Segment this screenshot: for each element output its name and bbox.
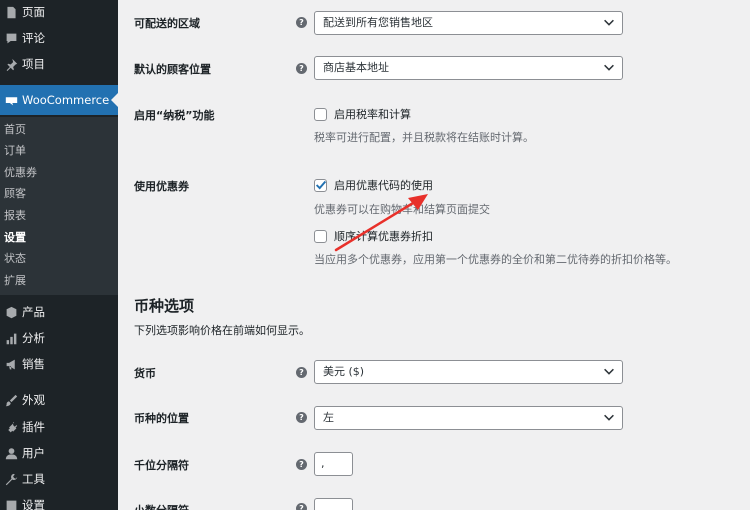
admin-sidebar: 页面 评论 项目 WooCommerce 首页 订单 优惠券 顾客 报表 设置 … [0,0,118,510]
ship-region-label: 可配送的区域 [134,17,200,30]
brush-icon [0,394,22,407]
default-location-label: 默认的顾客位置 [134,63,211,76]
tax-checkbox-label: 启用税率和计算 [334,108,411,121]
megaphone-icon [0,358,22,371]
sidebar-item-comments[interactable]: 评论 [0,26,118,50]
sidebar-item-woocommerce[interactable]: WooCommerce [0,85,118,115]
submenu-item-status[interactable]: 状态 [4,249,26,269]
submenu-item-orders[interactable]: 订单 [4,141,26,161]
coupon-sequential-label: 顺序计算优惠券折扣 [334,230,433,243]
comment-icon [0,32,22,45]
tax-description: 税率可进行配置，并且税款将在结账时计算。 [314,131,534,144]
submenu-item-coupons[interactable]: 优惠券 [4,163,37,183]
coupon-enable-row[interactable]: 启用优惠代码的使用 [314,177,433,193]
currency-section-description: 下列选项影响价格在前端如何显示。 [134,324,310,337]
sidebar-item-settings[interactable]: 设置 [0,493,118,510]
ship-region-select[interactable]: 配送到所有您销售地区 [314,11,623,35]
coupon-enable-description: 优惠券可以在购物车和结算页面提交 [314,203,490,216]
chart-icon [0,332,22,345]
thousand-separator-label: 千位分隔符 [134,459,189,472]
sidebar-item-users[interactable]: 用户 [0,441,118,465]
user-icon [0,447,22,460]
help-icon[interactable]: ? [296,367,307,378]
decimal-separator-input[interactable] [314,498,353,510]
chevron-down-icon [602,15,616,29]
submenu-item-extensions[interactable]: 扩展 [4,271,26,291]
coupon-enable-label: 启用优惠代码的使用 [334,179,433,192]
coupon-sequential-checkbox[interactable] [314,229,327,243]
coupons-label: 使用优惠券 [134,180,189,193]
sidebar-item-label: 外观 [22,393,45,407]
wrench-icon [0,473,22,486]
help-icon[interactable]: ? [296,412,307,423]
sidebar-item-label: 项目 [22,57,45,71]
help-icon[interactable]: ? [296,17,307,28]
tax-checkbox-row[interactable]: 启用税率和计算 [314,106,411,122]
sidebar-item-label: 插件 [22,420,45,434]
coupon-enable-checkbox[interactable] [314,178,327,192]
sidebar-item-products[interactable]: 产品 [0,300,118,324]
currency-position-label: 币种的位置 [134,412,189,425]
submenu-item-reports[interactable]: 报表 [4,206,26,226]
currency-value: 美元 ($) [323,365,365,378]
submenu-item-home[interactable]: 首页 [4,120,26,140]
settings-icon [0,499,22,510]
default-location-select[interactable]: 商店基本地址 [314,56,623,80]
currency-select[interactable]: 美元 ($) [314,360,623,384]
currency-position-value: 左 [323,411,334,424]
woocommerce-icon [0,94,22,107]
box-icon [0,306,22,319]
sidebar-item-pages[interactable]: 页面 [0,0,118,24]
sidebar-item-label: 评论 [22,31,45,45]
sidebar-item-projects[interactable]: 项目 [0,52,118,76]
submenu-item-customers[interactable]: 顾客 [4,184,26,204]
decimal-separator-label: 小数分隔符 [134,502,189,510]
chevron-down-icon [602,410,616,424]
ship-region-value: 配送到所有您销售地区 [323,16,433,29]
pin-icon [0,58,22,71]
sidebar-item-appearance[interactable]: 外观 [0,388,118,412]
sidebar-item-label: 产品 [22,305,45,319]
chevron-down-icon [602,364,616,378]
chevron-down-icon [602,60,616,74]
sidebar-item-marketing[interactable]: 销售 [0,352,118,376]
submenu-item-settings[interactable]: 设置 [4,228,26,248]
sidebar-item-label: 工具 [22,472,45,486]
thousand-separator-input[interactable]: , [314,452,353,476]
coupon-sequential-row[interactable]: 顺序计算优惠券折扣 [314,228,433,244]
help-icon[interactable]: ? [296,503,307,510]
annotation-arrow-icon [334,194,428,252]
woocommerce-submenu: 首页 订单 优惠券 顾客 报表 设置 状态 扩展 [0,117,118,295]
currency-position-select[interactable]: 左 [314,406,623,430]
currency-label: 货币 [134,367,156,380]
tax-label: 启用“纳税”功能 [134,109,215,122]
help-icon[interactable]: ? [296,63,307,74]
sidebar-item-plugins[interactable]: 插件 [0,415,118,439]
tax-checkbox[interactable] [314,107,327,121]
currency-section-title: 币种选项 [134,297,195,315]
sidebar-item-label: 页面 [22,5,45,19]
sidebar-item-label: 销售 [22,357,45,371]
sidebar-item-label: WooCommerce [22,93,110,107]
sidebar-item-label: 用户 [22,446,45,460]
coupon-sequential-description: 当应用多个优惠券，应用第一个优惠券的全价和第二优待券的折扣价格等。 [314,253,677,266]
sidebar-item-analytics[interactable]: 分析 [0,326,118,350]
sidebar-item-tools[interactable]: 工具 [0,467,118,491]
sidebar-item-label: 分析 [22,331,45,345]
default-location-value: 商店基本地址 [323,61,389,74]
page-icon [0,6,22,19]
sidebar-item-label: 设置 [22,498,45,510]
plug-icon [0,421,22,434]
help-icon[interactable]: ? [296,459,307,470]
settings-content: 可配送的区域 ? 配送到所有您销售地区 默认的顾客位置 ? 商店基本地址 启用“… [118,0,750,510]
